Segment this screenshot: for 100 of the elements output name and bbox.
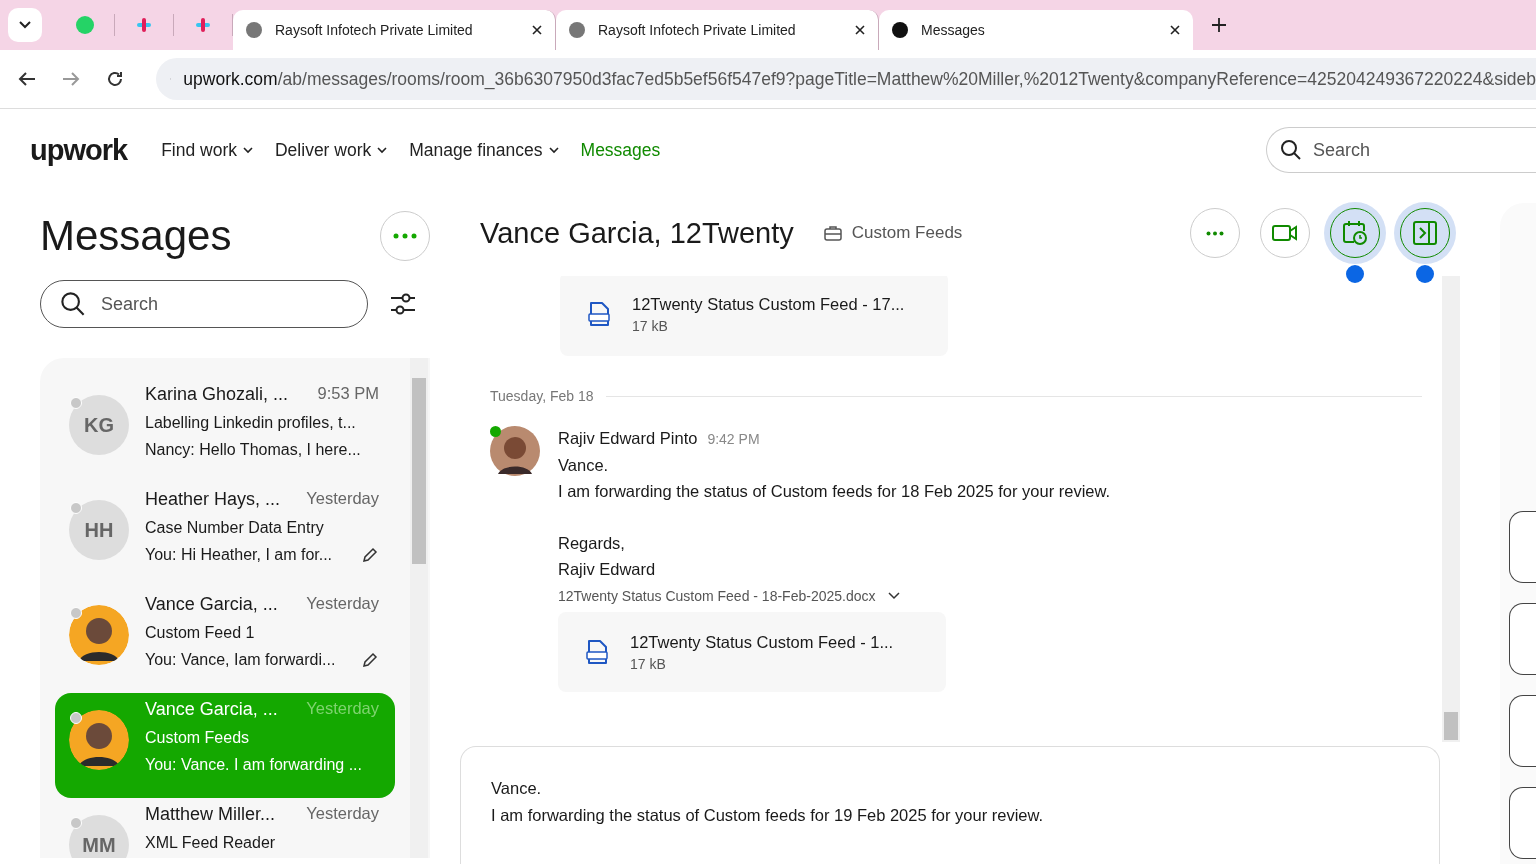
tab-title: Raysoft Infotech Private Limited xyxy=(598,22,797,38)
video-camera-icon xyxy=(1272,224,1298,243)
side-panel-card[interactable] xyxy=(1509,603,1536,675)
timestamp: Yesterday xyxy=(306,489,379,509)
chevron-down-icon xyxy=(19,21,31,29)
more-icon xyxy=(393,233,417,239)
message-preview: You: Hi Heather, I am for... xyxy=(145,546,333,564)
search-field[interactable]: Search xyxy=(40,280,368,328)
more-icon xyxy=(1206,230,1224,236)
conversation-item[interactable]: HH Heather Hays, ... Yesterday Case Number Data Entry You: Hi Heather, I am for... xyxy=(55,483,395,588)
chevron-down-icon xyxy=(243,146,253,154)
timestamp: 9:53 PM xyxy=(317,384,379,404)
pencil-icon xyxy=(361,546,379,564)
new-tab-icon[interactable] xyxy=(1211,17,1227,33)
conversation-subject: Case Number Data Entry xyxy=(145,519,325,537)
browser-tab[interactable]: Raysoft Infotech Private Limited xyxy=(233,10,556,50)
doc-file-icon xyxy=(586,301,612,328)
message-preview: You: Vance. I am forwarding ... xyxy=(145,756,362,774)
site-favicon-icon xyxy=(245,21,263,39)
file-label: 12Twenty Status Custom Feed - 18-Feb-2025.docx xyxy=(558,588,876,605)
file-name: 12Twenty Status Custom Feed - 17... xyxy=(632,294,905,314)
calendar-clock-icon xyxy=(1342,220,1368,247)
search-icon xyxy=(60,291,86,317)
avatar-initials: KG xyxy=(69,395,129,455)
timestamp: 9:42 PM xyxy=(707,431,760,448)
file-attachment[interactable]: 12Twenty Status Custom Feed - 1... 17 kB xyxy=(558,612,946,693)
file-name: 12Twenty Status Custom Feed - 1... xyxy=(630,632,894,652)
close-icon[interactable] xyxy=(531,24,543,36)
site-favicon-icon xyxy=(891,21,909,39)
page-title: Messages xyxy=(40,212,232,260)
message-preview: Nancy: Hello Thomas, I here... xyxy=(145,441,361,459)
avatar-icon xyxy=(69,605,129,665)
app-favicon-icon xyxy=(75,15,95,35)
avatar-icon xyxy=(490,426,540,477)
avatar-initials: HH xyxy=(69,500,129,560)
reload-icon[interactable] xyxy=(106,70,124,88)
nav-link[interactable]: Deliver work xyxy=(275,139,388,161)
app-favicon-icon xyxy=(193,15,213,35)
message-input[interactable]: Vance. I am forwarding the status of Custom feeds for 19 Feb 2025 for your review. xyxy=(460,746,1440,864)
side-panel-card[interactable] xyxy=(1509,511,1536,583)
contact-name: Matthew Miller... xyxy=(145,804,276,825)
app-favicon-icon xyxy=(134,15,154,35)
status-dot xyxy=(70,502,82,514)
contact-name: Vance Garcia, ... xyxy=(145,699,278,720)
address-bar[interactable]: upwork.com/ab/messages/rooms/room_36b6307950d3fac7ed5b5ef56f547ef9?pageTitle=Matthew%20Miller,%2012Twenty&companyReference=425204249367220224&sideb xyxy=(156,58,1536,100)
conversation-subject: Custom Feeds xyxy=(145,729,251,747)
side-panel-card[interactable] xyxy=(1509,695,1536,767)
status-dot xyxy=(70,607,82,619)
doc-file-icon xyxy=(584,639,610,666)
chevron-down-icon[interactable] xyxy=(887,592,900,601)
signature-text: Regards, xyxy=(558,534,625,553)
site-favicon-icon xyxy=(568,21,586,39)
chevron-down-icon xyxy=(377,146,388,154)
scrollbar[interactable] xyxy=(410,358,428,858)
chevron-down-icon xyxy=(548,146,559,154)
nav-link[interactable]: Find work xyxy=(161,139,253,161)
conversation-item[interactable]: Vance Garcia, ... Yesterday Custom Feed 1 You: Vance, Iam forwardi... xyxy=(55,588,395,693)
scrollbar[interactable] xyxy=(1442,276,1460,742)
conversation-subject: Custom Feed 1 xyxy=(145,624,256,642)
nav-link[interactable]: Manage finances xyxy=(409,139,559,161)
signature-text: Rajiv Edward xyxy=(558,560,656,579)
close-icon[interactable] xyxy=(854,24,866,36)
avatar-initials: MM xyxy=(69,815,129,858)
forward-icon[interactable] xyxy=(62,71,80,87)
briefcase-icon xyxy=(823,225,842,242)
contact-name: Vance Garcia, ... xyxy=(145,594,278,615)
conversation-item[interactable]: MM Matthew Miller... Yesterday XML Feed Reader xyxy=(55,798,395,858)
message-text: Vance. xyxy=(558,456,609,475)
video-button[interactable] xyxy=(1260,208,1310,259)
conversation-subject: XML Feed Reader xyxy=(145,834,277,852)
tab-title: Raysoft Infotech Private Limited xyxy=(275,22,474,38)
contact-name: Karina Ghozali, ... xyxy=(145,384,289,405)
browser-tab[interactable]: Messages xyxy=(879,10,1193,50)
back-icon[interactable] xyxy=(18,71,36,87)
tab-title: Messages xyxy=(921,22,986,38)
avatar-icon xyxy=(69,710,129,770)
contact-name: Heather Hays, ... xyxy=(145,489,281,510)
file-size: 17 kB xyxy=(630,655,667,672)
message-preview: You: Vance, Iam forwardi... xyxy=(145,651,336,669)
timestamp: Yesterday xyxy=(306,594,379,614)
close-icon[interactable] xyxy=(1169,24,1181,36)
message-text: I am forwarding the status of Custom feeds for 18 Feb 2025 for your review. xyxy=(558,482,1111,501)
tab-list-button[interactable] xyxy=(8,8,42,42)
sender-name: Rajiv Edward Pinto xyxy=(558,429,698,448)
file-size: 17 kB xyxy=(632,317,669,334)
room-name: Custom Feeds xyxy=(851,223,963,244)
pencil-icon xyxy=(361,651,379,669)
search-icon xyxy=(1280,139,1302,161)
conversation-item[interactable]: KG Karina Ghozali, ... 9:53 PM Labelling Linkedin profiles, t... Nancy: Hello Thomas, I here... xyxy=(55,378,395,483)
browser-tab[interactable]: Raysoft Infotech Private Limited xyxy=(556,10,879,50)
nav-link[interactable]: Messages xyxy=(580,139,661,161)
status-dot xyxy=(70,712,82,724)
timestamp: Yesterday xyxy=(306,699,379,719)
logo[interactable]: upwork xyxy=(30,133,128,167)
conversation-subject: Labelling Linkedin profiles, t... xyxy=(145,414,357,432)
chat-title: Vance Garcia, 12Twenty xyxy=(480,216,794,250)
sidebar-toggle-icon xyxy=(1412,220,1438,247)
side-panel-card[interactable] xyxy=(1509,787,1536,859)
status-dot xyxy=(70,397,82,409)
file-attachment[interactable]: 12Twenty Status Custom Feed - 17... 17 kB xyxy=(560,276,948,357)
